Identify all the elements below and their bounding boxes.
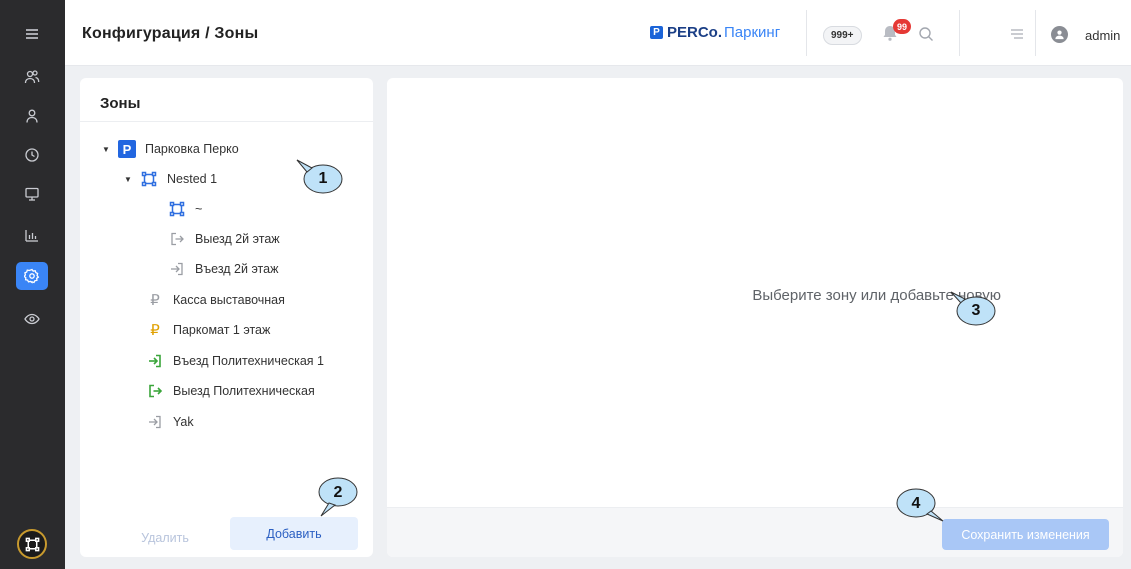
search-icon[interactable] [918,26,934,42]
details-footer: Сохранить изменения [387,507,1123,557]
zone-icon [140,170,158,188]
count-badge[interactable]: 999+ [823,26,862,45]
parking-icon: P [118,140,136,158]
tree-item-label: Паркомат 1 этаж [173,323,271,337]
brand-subtitle: Паркинг [724,24,781,41]
details-panel: Выберите зону или добавьте новую Сохрани… [387,78,1123,557]
tree-item-label: Выезд 2й этаж [195,232,280,246]
tree-item-label: Yak [173,415,194,429]
bar-chart-icon[interactable] [16,221,48,249]
tree-item-zone[interactable]: ~ [168,198,202,220]
monitor-icon[interactable] [16,180,48,208]
panel-divider [80,121,373,122]
add-button[interactable]: Добавить [230,517,358,550]
header-divider [1035,10,1036,56]
header-divider [806,10,807,56]
app-window: Конфигурация / Зоны P PERCo. Паркинг 999… [0,0,1131,569]
callout-1: 1 [296,159,343,194]
user-name[interactable]: admin [1085,28,1120,43]
tree-item-entry[interactable]: Yak [146,411,194,433]
brand-logo: P PERCo. Паркинг [650,24,780,41]
user-icon[interactable] [16,102,48,130]
tree-item-label: Парковка Перко [145,142,239,156]
tree-item-label: Въезд 2й этаж [195,262,279,276]
callout-2: 2 [315,476,361,517]
notification-badge: 99 [893,19,912,34]
panel-title: Зоны [100,95,141,112]
callout-number: 2 [333,484,343,501]
caret-down-icon[interactable]: ▼ [122,175,134,184]
callout-number: 3 [971,302,981,319]
tree-item-label: Nested 1 [167,172,218,186]
users-icon[interactable] [16,63,48,91]
header-divider [959,10,960,56]
tree-item-parking-meter[interactable]: ₽ Паркомат 1 этаж [146,319,270,341]
callout-3: 3 [950,291,997,326]
callout-number: 4 [911,495,921,512]
left-sidebar [0,0,65,569]
tree-item-nested[interactable]: ▼ Nested 1 [122,168,217,190]
tree-item-entry[interactable]: Въезд 2й этаж [168,258,278,280]
zone-icon[interactable] [17,529,47,559]
tree-item-parking[interactable]: ▼ P Парковка Перко [100,138,239,160]
menu-lines-icon[interactable] [1009,27,1025,41]
save-changes-button[interactable]: Сохранить изменения [942,519,1109,550]
entry-icon [146,352,164,370]
parking-badge: P [118,140,136,158]
brand-mark: P [650,26,663,39]
eye-icon[interactable] [16,305,48,333]
entry-icon [146,413,164,431]
tree-item-label: Выезд Политехническая [173,384,315,398]
empty-state-message: Выберите зону или добавьте новую [752,287,1001,304]
tree-item-cashbox[interactable]: ₽ Касса выставочная [146,289,285,311]
hamburger-icon[interactable] [16,20,48,48]
tree-item-exit[interactable]: Выезд Политехническая [146,380,315,402]
ruble-icon: ₽ [150,322,160,339]
exit-icon [146,382,164,400]
tree-item-exit[interactable]: Выезд 2й этаж [168,228,280,250]
ruble-icon: ₽ [150,292,160,309]
top-header: Конфигурация / Зоны P PERCo. Паркинг 999… [65,0,1131,66]
gear-icon[interactable] [16,262,48,290]
callout-4: 4 [893,487,944,522]
brand-name: PERCo. [667,24,723,41]
tree-item-label: Въезд Политехническая 1 [173,354,324,368]
user-avatar-icon[interactable] [1051,26,1068,43]
entry-icon [168,260,186,278]
page-title: Конфигурация / Зоны [82,25,259,42]
zone-icon [168,200,186,218]
tree-item-label: Касса выставочная [173,293,285,307]
clock-icon[interactable] [16,141,48,169]
exit-icon [168,230,186,248]
tree-item-entry[interactable]: Въезд Политехническая 1 [146,350,324,372]
caret-down-icon[interactable]: ▼ [100,145,112,154]
callout-number: 1 [318,170,328,187]
delete-button[interactable]: Удалить [100,522,230,554]
tree-item-label: ~ [195,202,203,216]
